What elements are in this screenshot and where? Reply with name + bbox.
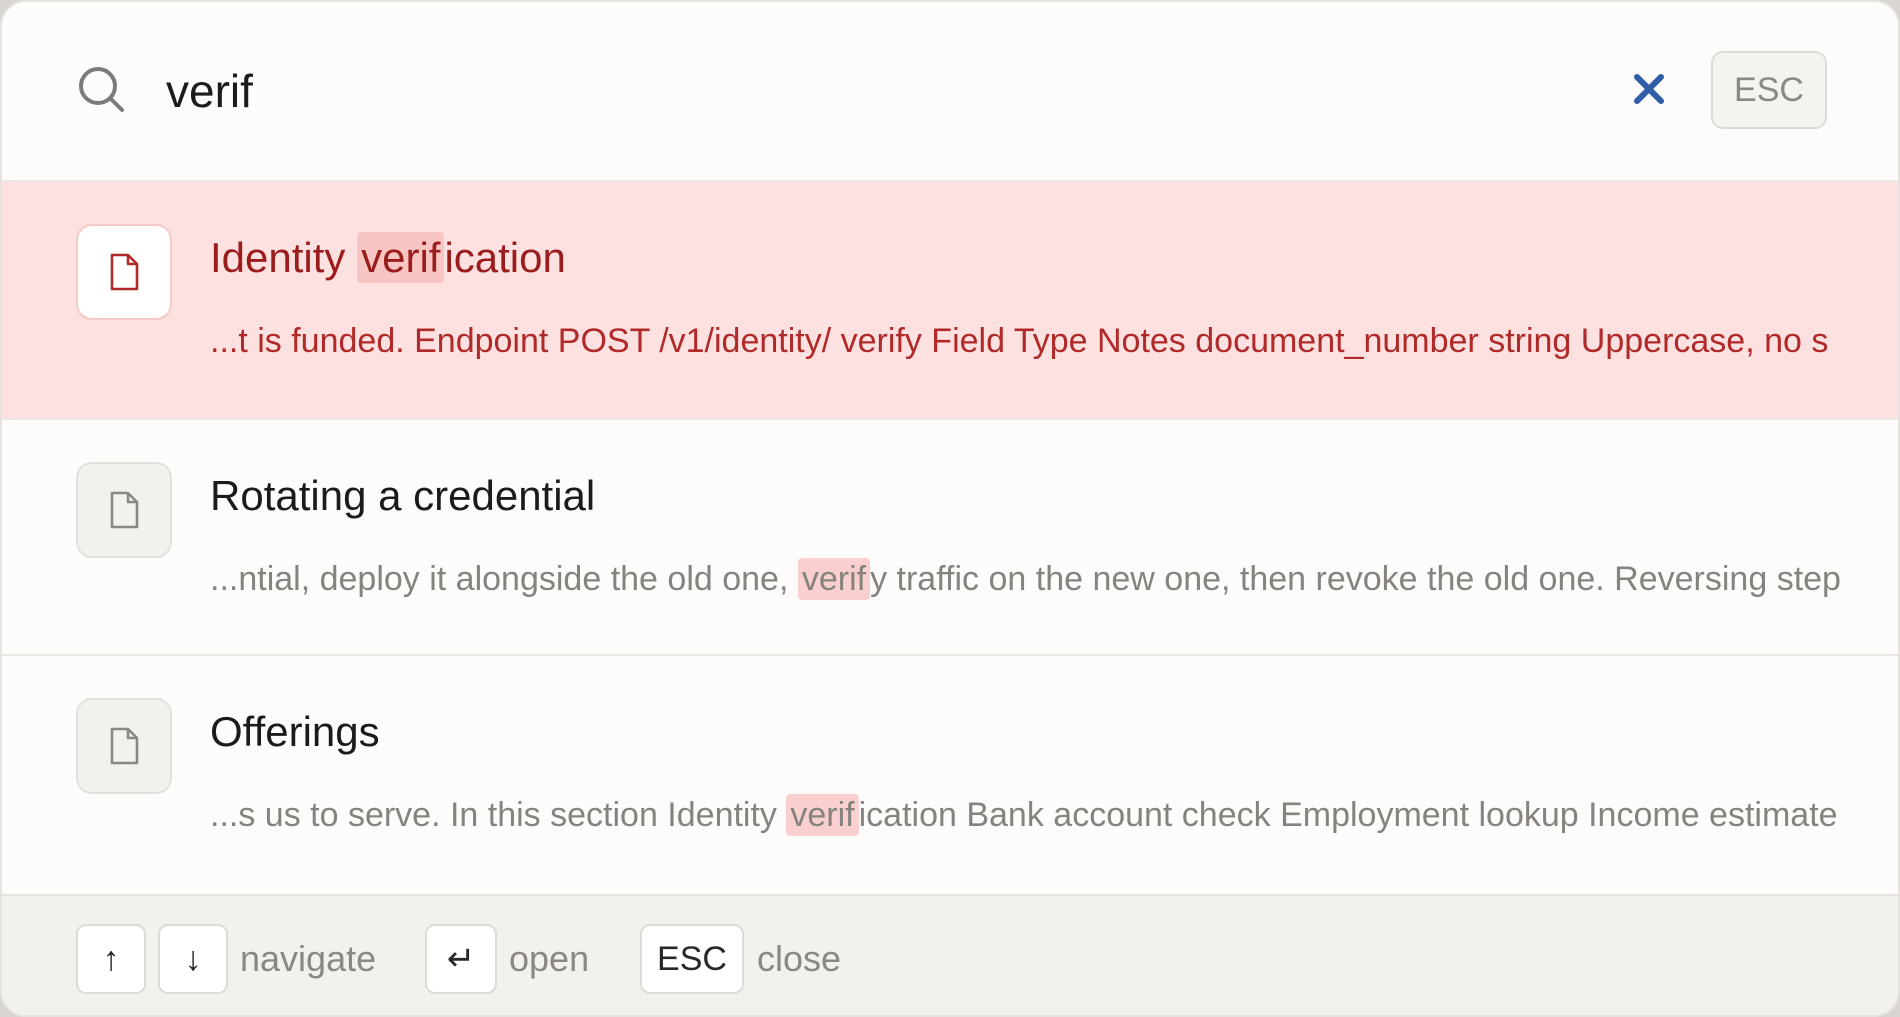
snippet-match-highlight: verif: [797, 558, 871, 600]
result-item-offerings[interactable]: Offerings ...s us to serve. In this sect…: [2, 656, 1898, 894]
snippet-match: verif: [840, 322, 905, 360]
title-text: ication: [444, 234, 566, 281]
close-icon[interactable]: [1624, 64, 1674, 114]
result-snippet: ...t is funded. Endpoint POST /v1/identi…: [210, 322, 1828, 361]
document-icon: [76, 462, 172, 558]
snippet-match-highlight: verif: [786, 794, 859, 836]
esc-key: ESC: [640, 924, 744, 994]
search-bar: ESC: [2, 2, 1898, 182]
result-title: Identity verification: [210, 232, 566, 283]
close-hint: close: [757, 938, 842, 979]
title-match-highlight: verif: [357, 232, 445, 283]
document-icon: [76, 224, 172, 320]
search-input[interactable]: [166, 56, 1566, 126]
search-icon: [79, 67, 124, 112]
snippet-text: ication Bank account check Employment lo…: [858, 796, 1838, 834]
arrow-down-key: ↓: [158, 924, 228, 994]
snippet-text: ...ntial, deploy it alongside the old on…: [210, 560, 798, 598]
result-item-rotating-a-credential[interactable]: Rotating a credential ...ntial, deploy i…: [2, 420, 1898, 656]
result-snippet: ...s us to serve. In this section Identi…: [210, 794, 1838, 836]
enter-key: ↵: [425, 924, 497, 994]
result-title: Offerings: [210, 708, 380, 755]
snippet-text: y traffic on the new one, then revoke th…: [870, 560, 1841, 598]
results-list: Identity verification ...t is funded. En…: [2, 182, 1898, 894]
snippet-text: y Field Type Notes document_number strin…: [904, 322, 1829, 360]
result-item-identity-verification[interactable]: Identity verification ...t is funded. En…: [2, 182, 1898, 420]
navigate-hint: navigate: [240, 938, 377, 979]
document-icon: [76, 698, 172, 794]
result-snippet: ...ntial, deploy it alongside the old on…: [210, 558, 1841, 600]
search-modal: ESC Identity verification ...t is funded…: [0, 0, 1900, 1017]
snippet-text: ...t is funded. Endpoint POST /v1/identi…: [210, 322, 841, 360]
snippet-text: ...s us to serve. In this section Identi…: [210, 796, 787, 834]
title-text: Identity: [210, 234, 358, 281]
arrow-up-key: ↑: [76, 924, 146, 994]
keyboard-hints-footer: ↑ ↓ navigate ↵ open ESC close: [2, 894, 1898, 1015]
result-title: Rotating a credential: [210, 472, 596, 519]
esc-button[interactable]: ESC: [1711, 51, 1827, 129]
open-hint: open: [509, 938, 590, 979]
